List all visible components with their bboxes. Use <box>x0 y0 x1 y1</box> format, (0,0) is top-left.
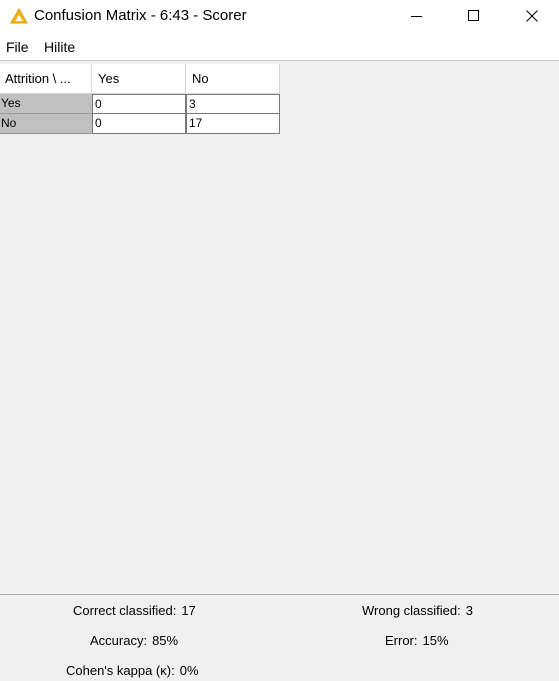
row-header-yes[interactable]: Yes <box>0 94 92 114</box>
statistics-panel: Correct classified: 17 Wrong classified: 3… <box>0 594 559 681</box>
column-header-corner[interactable]: Attrition \ ... <box>0 64 92 94</box>
menu-bar: File Hilite <box>0 32 559 61</box>
close-button[interactable] <box>509 0 555 32</box>
knime-triangle-icon <box>10 8 28 24</box>
correct-classified-label: Correct classified: <box>73 603 177 618</box>
confusion-matrix-table: Attrition \ ... Yes No Yes 0 3 No 0 17 <box>0 62 559 593</box>
column-header-yes[interactable]: Yes <box>92 64 186 94</box>
error-stat: Error: 15% <box>385 633 449 649</box>
correct-classified-stat: Correct classified: 17 <box>73 603 196 619</box>
error-value: 15% <box>422 633 449 648</box>
confusion-matrix-window: Confusion Matrix - 6:43 - Scorer File Hi… <box>0 0 559 681</box>
menu-file[interactable]: File <box>6 39 29 55</box>
minimize-icon <box>411 16 422 17</box>
wrong-classified-value: 3 <box>465 603 473 618</box>
wrong-classified-label: Wrong classified: <box>362 603 461 618</box>
accuracy-label: Accuracy: <box>90 633 148 648</box>
error-label: Error: <box>385 633 418 648</box>
maximize-button[interactable] <box>451 0 497 32</box>
minimize-button[interactable] <box>394 0 440 32</box>
cohens-kappa-value: 0% <box>179 663 199 678</box>
cohens-kappa-label: Cohen's kappa (κ): <box>66 663 175 678</box>
table-row: No 0 17 <box>0 114 280 134</box>
cohens-kappa-stat: Cohen's kappa (κ): 0% <box>66 663 199 679</box>
table-cell[interactable]: 0 <box>92 114 186 134</box>
accuracy-stat: Accuracy: 85% <box>90 633 178 649</box>
title-bar[interactable]: Confusion Matrix - 6:43 - Scorer <box>0 0 559 32</box>
wrong-classified-stat: Wrong classified: 3 <box>362 603 473 619</box>
table-cell[interactable]: 3 <box>186 94 280 114</box>
correct-classified-value: 17 <box>181 603 196 618</box>
row-header-no[interactable]: No <box>0 114 92 134</box>
accuracy-value: 85% <box>152 633 179 648</box>
table-cell[interactable]: 0 <box>92 94 186 114</box>
column-header-no[interactable]: No <box>186 64 280 94</box>
menu-hilite[interactable]: Hilite <box>44 39 75 55</box>
maximize-icon <box>468 10 479 21</box>
close-icon <box>526 10 538 22</box>
table-cell[interactable]: 17 <box>186 114 280 134</box>
window-title: Confusion Matrix - 6:43 - Scorer <box>34 7 247 24</box>
table-row: Yes 0 3 <box>0 94 280 114</box>
